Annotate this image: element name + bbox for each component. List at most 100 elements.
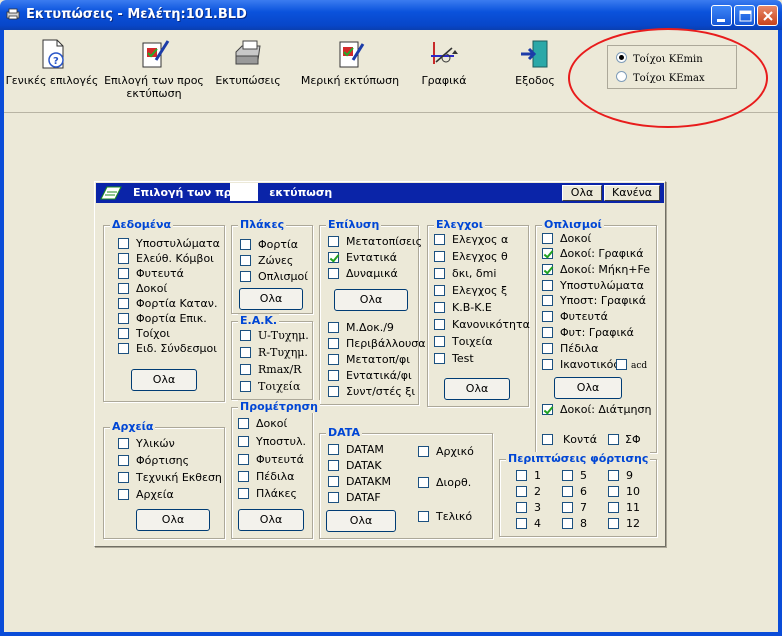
checkbox[interactable] bbox=[608, 434, 619, 445]
checkbox[interactable] bbox=[434, 251, 445, 262]
dialog-none-button[interactable]: Κανένα bbox=[604, 185, 660, 201]
cb-load-2[interactable]: 2 bbox=[516, 486, 541, 500]
checkbox-checked[interactable] bbox=[542, 264, 553, 275]
checkbox[interactable] bbox=[118, 328, 129, 339]
prints-button[interactable]: Εκτυπώσεις bbox=[210, 38, 286, 87]
cb-oplismoi-8[interactable]: Ικανοτικός bbox=[542, 359, 620, 373]
checkbox[interactable] bbox=[328, 386, 339, 397]
checkbox[interactable] bbox=[118, 298, 129, 309]
checkbox[interactable] bbox=[240, 255, 251, 266]
checkbox[interactable] bbox=[562, 486, 573, 497]
checkbox[interactable] bbox=[118, 268, 129, 279]
select-print-button[interactable]: Επιλογή των προς εκτύπωση bbox=[104, 38, 204, 100]
checkbox[interactable] bbox=[516, 502, 527, 513]
cb-oplismoi-konta[interactable]: Κοντά bbox=[542, 434, 597, 448]
cb-oplismoi-sf[interactable]: ΣΦ bbox=[608, 434, 641, 448]
cb-elegxoi-3[interactable]: Ελεγχος ξ bbox=[434, 285, 507, 299]
checkbox[interactable] bbox=[418, 446, 429, 457]
plakes-all-button[interactable]: Ολα bbox=[239, 288, 303, 310]
cb-oplismoi-4[interactable]: Υποστ: Γραφικά bbox=[542, 295, 646, 309]
checkbox[interactable] bbox=[616, 359, 627, 370]
cb-dedomena-5[interactable]: Φορτία Επικ. bbox=[118, 313, 207, 327]
cb-eak-0[interactable]: U-Τυχημ. bbox=[240, 330, 309, 344]
cb-oplismoi-2[interactable]: Δοκοί: Μήκη+Fe bbox=[542, 264, 650, 278]
cb-oplismoi-acd[interactable]: acd bbox=[616, 359, 647, 373]
arxeia-all-button[interactable]: Ολα bbox=[136, 509, 210, 531]
general-options-button[interactable]: ? Γενικές επιλογές bbox=[4, 38, 100, 87]
cb-elegxoi-6[interactable]: Τοιχεία bbox=[434, 336, 492, 350]
checkbox-checked[interactable] bbox=[328, 252, 339, 263]
checkbox[interactable] bbox=[328, 322, 339, 333]
prometrisi-all-button[interactable]: Ολα bbox=[238, 509, 304, 531]
cb-plakes-2[interactable]: Οπλισμοί bbox=[240, 271, 308, 285]
checkbox[interactable] bbox=[434, 234, 445, 245]
cb-load-1[interactable]: 1 bbox=[516, 470, 541, 484]
cb-data-2[interactable]: DATAKM bbox=[328, 476, 391, 490]
checkbox[interactable] bbox=[542, 295, 553, 306]
cb-epilysi-2[interactable]: Δυναμικά bbox=[328, 268, 398, 282]
checkbox[interactable] bbox=[118, 438, 129, 449]
cb-load-5[interactable]: 5 bbox=[562, 470, 587, 484]
cb-data-1[interactable]: DATAK bbox=[328, 460, 382, 474]
cb-oplismoi-3[interactable]: Υποστυλώματα bbox=[542, 280, 644, 294]
checkbox[interactable] bbox=[434, 353, 445, 364]
cb-load-3[interactable]: 3 bbox=[516, 502, 541, 516]
cb-elegxoi-0[interactable]: Ελεγχος α bbox=[434, 234, 508, 248]
checkbox[interactable] bbox=[516, 470, 527, 481]
cb-epilysi-1[interactable]: Εντατικά bbox=[328, 252, 397, 266]
checkbox[interactable] bbox=[542, 311, 553, 322]
partial-print-button[interactable]: Μερική εκτύπωση bbox=[298, 38, 402, 87]
checkbox[interactable] bbox=[434, 302, 445, 313]
cb-eak-3[interactable]: Τοιχεία bbox=[240, 381, 300, 395]
dedomena-all-button[interactable]: Ολα bbox=[131, 369, 197, 391]
checkbox[interactable] bbox=[562, 470, 573, 481]
cb-data-diorth[interactable]: Διορθ. bbox=[418, 477, 471, 491]
cb-oplismoi-7[interactable]: Πέδιλα bbox=[542, 343, 598, 357]
checkbox[interactable] bbox=[238, 454, 249, 465]
cb-arxeia-0[interactable]: Υλικών bbox=[118, 438, 175, 452]
close-button[interactable] bbox=[757, 5, 778, 26]
checkbox[interactable] bbox=[240, 381, 251, 392]
checkbox[interactable] bbox=[418, 477, 429, 488]
checkbox[interactable] bbox=[238, 436, 249, 447]
cb-elegxoi-5[interactable]: Κανονικότητα bbox=[434, 319, 530, 333]
checkbox[interactable] bbox=[328, 268, 339, 279]
checkbox[interactable] bbox=[118, 253, 129, 264]
checkbox[interactable] bbox=[118, 489, 129, 500]
cb-data-3[interactable]: DATAF bbox=[328, 492, 381, 506]
oplismoi-all-button[interactable]: Ολα bbox=[554, 377, 622, 399]
cb-oplismoi-1[interactable]: Δοκοί: Γραφικά bbox=[542, 248, 643, 262]
cb-oplismoi-0[interactable]: Δοκοί bbox=[542, 233, 591, 247]
checkbox[interactable] bbox=[608, 518, 619, 529]
checkbox[interactable] bbox=[562, 518, 573, 529]
cb-arxeia-3[interactable]: Αρχεία bbox=[118, 489, 174, 503]
checkbox[interactable] bbox=[516, 486, 527, 497]
checkbox[interactable] bbox=[434, 319, 445, 330]
cb-dedomena-0[interactable]: Υποστυλώματα bbox=[118, 238, 220, 252]
cb-dedomena-7[interactable]: Ειδ. Σύνδεσμοι bbox=[118, 343, 217, 357]
checkbox-checked[interactable] bbox=[542, 404, 553, 415]
checkbox[interactable] bbox=[328, 476, 339, 487]
cb-load-6[interactable]: 6 bbox=[562, 486, 587, 500]
checkbox[interactable] bbox=[328, 492, 339, 503]
checkbox[interactable] bbox=[542, 359, 553, 370]
epilysi-all-button[interactable]: Ολα bbox=[334, 289, 408, 311]
cb-arxeia-1[interactable]: Φόρτισης bbox=[118, 455, 189, 469]
cb-prometrisi-1[interactable]: Υποστυλ. bbox=[238, 436, 306, 450]
cb-load-9[interactable]: 9 bbox=[608, 470, 633, 484]
exit-button[interactable]: Εξοδος bbox=[510, 38, 560, 87]
cb-eak-1[interactable]: R-Τυχημ. bbox=[240, 347, 308, 361]
cb-elegxoi-4[interactable]: Κ.Β-Κ.Ε bbox=[434, 302, 492, 316]
checkbox[interactable] bbox=[328, 338, 339, 349]
cb-oplismoi-diatmisi[interactable]: Δοκοί: Διάτμηση bbox=[542, 404, 651, 418]
cb-load-4[interactable]: 4 bbox=[516, 518, 541, 532]
checkbox[interactable] bbox=[418, 511, 429, 522]
checkbox[interactable] bbox=[328, 444, 339, 455]
cb-elegxoi-2[interactable]: δκι, δmi bbox=[434, 268, 496, 282]
cb-elegxoi-7[interactable]: Test bbox=[434, 353, 474, 367]
checkbox[interactable] bbox=[608, 502, 619, 513]
cb-load-11[interactable]: 11 bbox=[608, 502, 640, 516]
checkbox[interactable] bbox=[608, 470, 619, 481]
cb-epilysi2-0[interactable]: Μ.Δοκ./9 bbox=[328, 322, 394, 336]
checkbox[interactable] bbox=[434, 336, 445, 347]
